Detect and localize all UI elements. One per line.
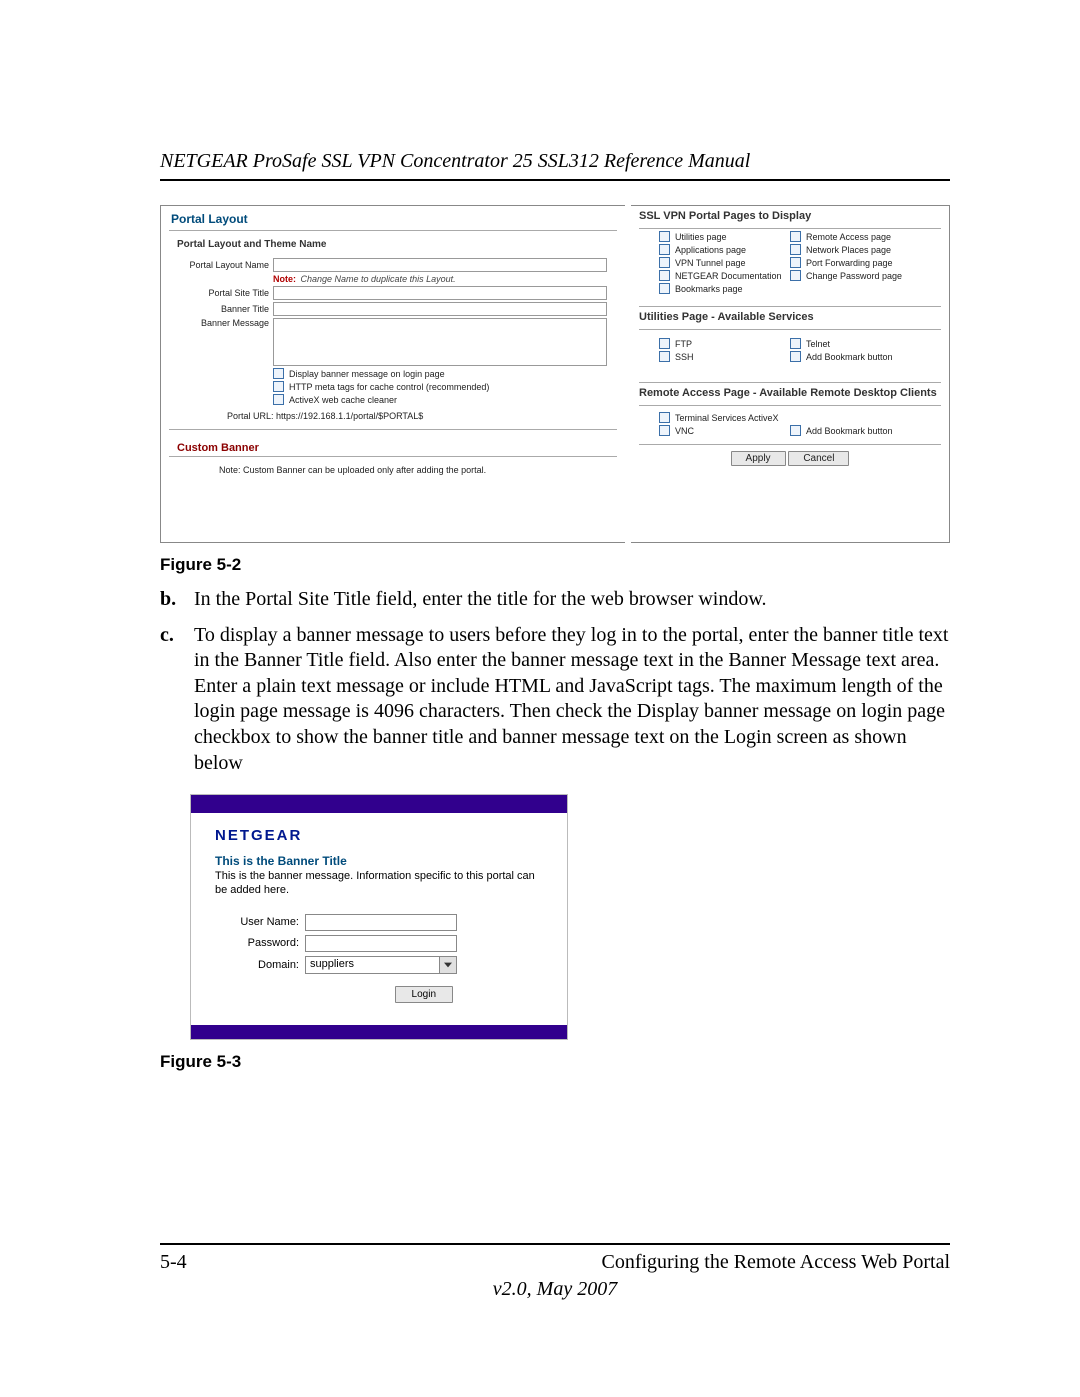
password-input[interactable] [305, 935, 457, 952]
login-bottombar [191, 1025, 567, 1039]
cancel-button[interactable]: Cancel [788, 451, 849, 466]
terminal-services-label: Terminal Services ActiveX [675, 413, 779, 423]
netgear-logo: NETGEAR [191, 813, 567, 852]
banner-msg-label: Banner Message [161, 318, 273, 328]
site-title-input[interactable] [273, 286, 607, 300]
vnc-label: VNC [675, 426, 694, 436]
custom-banner-title: Custom Banner [161, 434, 625, 456]
banner-title-label: Banner Title [161, 304, 273, 314]
portal-layout-panel: Portal Layout Portal Layout and Theme Na… [160, 205, 625, 543]
item-b-marker: b. [160, 587, 194, 613]
vpn-tunnel-label: VPN Tunnel page [675, 258, 746, 268]
http-meta-checkbox[interactable] [273, 381, 284, 392]
vpn-tunnel-checkbox[interactable] [659, 257, 670, 268]
ssh-label: SSH [675, 352, 694, 362]
page-number: 5-4 [160, 1251, 187, 1274]
remote-access-checkbox[interactable] [790, 231, 801, 242]
layout-name-label: Portal Layout Name [161, 260, 273, 270]
portal-layout-title: Portal Layout [161, 206, 625, 230]
banner-title-input[interactable] [273, 302, 607, 316]
add-bookmark-ra-label: Add Bookmark button [806, 426, 893, 436]
login-banner-msg: This is the banner message. Information … [191, 870, 567, 908]
domain-label: Domain: [215, 959, 305, 971]
netgear-doc-label: NETGEAR Documentation [675, 271, 782, 281]
item-c-text: To display a banner message to users bef… [194, 623, 950, 777]
utilities-page-checkbox[interactable] [659, 231, 670, 242]
telnet-checkbox[interactable] [790, 338, 801, 349]
portal-pages-panel: SSL VPN Portal Pages to Display Utilitie… [631, 205, 950, 543]
remote-clients-title: Remote Access Page - Available Remote De… [631, 383, 949, 403]
layout-note: Note: Change Name to duplicate this Layo… [161, 274, 625, 284]
applications-page-label: Applications page [675, 245, 746, 255]
figure-5-3: NETGEAR This is the Banner Title This is… [190, 794, 568, 1040]
item-c-marker: c. [160, 623, 194, 777]
bookmarks-page-checkbox[interactable] [659, 283, 670, 294]
change-password-checkbox[interactable] [790, 270, 801, 281]
vnc-checkbox[interactable] [659, 425, 670, 436]
activex-checkbox[interactable] [273, 394, 284, 405]
login-topbar [191, 795, 567, 813]
apply-button[interactable]: Apply [731, 451, 786, 466]
terminal-services-checkbox[interactable] [659, 412, 670, 423]
portal-url: Portal URL: https://192.168.1.1/portal/$… [161, 405, 625, 421]
add-bookmark-util-checkbox[interactable] [790, 351, 801, 362]
port-forwarding-label: Port Forwarding page [806, 258, 893, 268]
login-banner-title: This is the Banner Title [191, 852, 567, 870]
utilities-page-label: Utilities page [675, 232, 727, 242]
username-label: User Name: [215, 916, 305, 928]
ftp-checkbox[interactable] [659, 338, 670, 349]
layout-name-input[interactable] [273, 258, 607, 272]
utilities-title: Utilities Page - Available Services [631, 307, 949, 327]
custom-banner-note: Note: Custom Banner can be uploaded only… [161, 461, 625, 481]
site-title-label: Portal Site Title [161, 288, 273, 298]
display-banner-checkbox[interactable] [273, 368, 284, 379]
domain-select[interactable]: suppliers [305, 956, 457, 974]
banner-msg-textarea[interactable] [273, 318, 607, 366]
display-banner-label: Display banner message on login page [289, 369, 445, 379]
doc-version: v2.0, May 2007 [160, 1278, 950, 1301]
layout-theme-subheader: Portal Layout and Theme Name [161, 235, 625, 258]
figure-5-2-caption: Figure 5-2 [160, 555, 950, 575]
activex-label: ActiveX web cache cleaner [289, 395, 397, 405]
change-password-label: Change Password page [806, 271, 902, 281]
section-title: Configuring the Remote Access Web Portal [601, 1251, 950, 1274]
netgear-doc-checkbox[interactable] [659, 270, 670, 281]
figure-5-3-caption: Figure 5-3 [160, 1052, 950, 1072]
remote-access-label: Remote Access page [806, 232, 891, 242]
chevron-down-icon[interactable] [439, 956, 457, 974]
network-places-label: Network Places page [806, 245, 891, 255]
login-button[interactable]: Login [395, 986, 453, 1003]
domain-select-value: suppliers [305, 956, 439, 974]
figure-5-2: Portal Layout Portal Layout and Theme Na… [160, 205, 950, 543]
telnet-label: Telnet [806, 339, 830, 349]
port-forwarding-checkbox[interactable] [790, 257, 801, 268]
bookmarks-page-label: Bookmarks page [675, 284, 743, 294]
ftp-label: FTP [675, 339, 692, 349]
running-header: NETGEAR ProSafe SSL VPN Concentrator 25 … [160, 150, 950, 173]
add-bookmark-util-label: Add Bookmark button [806, 352, 893, 362]
http-meta-label: HTTP meta tags for cache control (recomm… [289, 382, 489, 392]
add-bookmark-ra-checkbox[interactable] [790, 425, 801, 436]
footer-rule [160, 1243, 950, 1245]
password-label: Password: [215, 937, 305, 949]
username-input[interactable] [305, 914, 457, 931]
applications-page-checkbox[interactable] [659, 244, 670, 255]
pages-title: SSL VPN Portal Pages to Display [631, 206, 949, 226]
network-places-checkbox[interactable] [790, 244, 801, 255]
ssh-checkbox[interactable] [659, 351, 670, 362]
item-b-text: In the Portal Site Title field, enter th… [194, 587, 950, 613]
